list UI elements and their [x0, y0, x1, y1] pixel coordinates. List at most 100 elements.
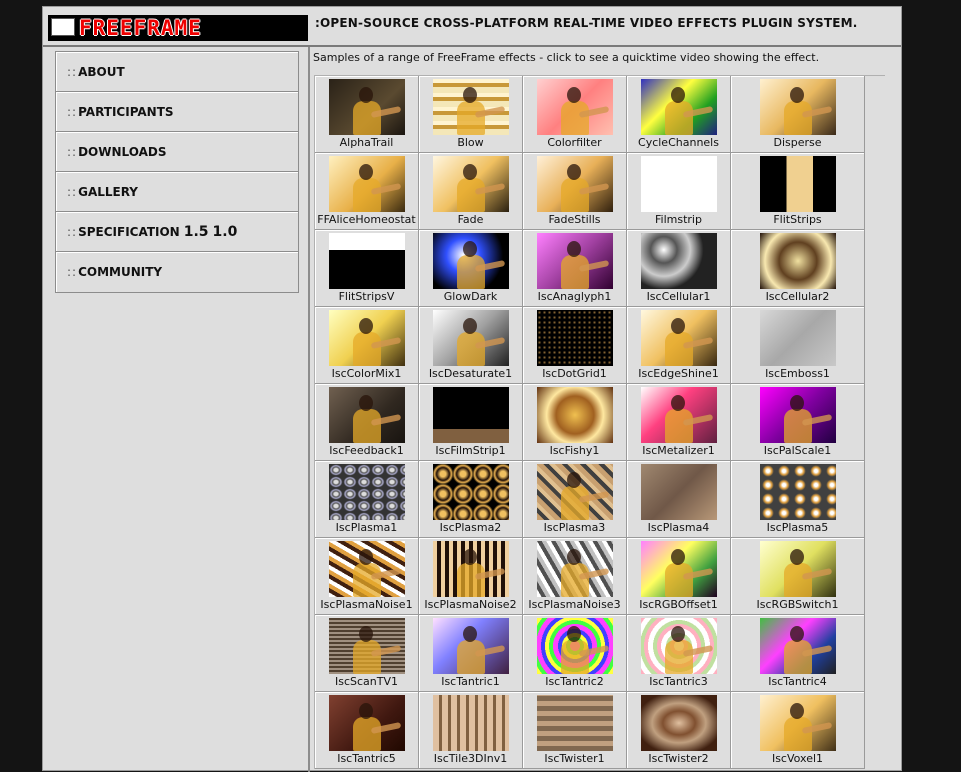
effect-name-link[interactable]: FlitStrips — [731, 213, 864, 226]
effect-name-link[interactable]: AlphaTrail — [315, 136, 418, 149]
effect-cell[interactable]: IscEdgeShine1 — [627, 307, 731, 384]
effect-cell[interactable]: Blow — [419, 76, 523, 153]
effect-cell[interactable]: IscColorMix1 — [315, 307, 419, 384]
effect-thumbnail[interactable] — [328, 79, 405, 135]
effect-thumbnail[interactable] — [536, 618, 613, 674]
effect-name-link[interactable]: IscVoxel1 — [731, 752, 864, 765]
effect-name-link[interactable]: FFAliceHomeostat — [315, 213, 418, 226]
effect-name-link[interactable]: IscPlasma1 — [315, 521, 418, 534]
effect-thumbnail[interactable] — [759, 233, 836, 289]
effect-cell[interactable]: GlowDark — [419, 230, 523, 307]
effect-cell[interactable]: IscPlasmaNoise3 — [523, 538, 627, 615]
effect-cell[interactable]: IscDotGrid1 — [523, 307, 627, 384]
effect-cell[interactable]: IscTantric5 — [315, 692, 419, 769]
sidebar-item-participants[interactable]: :: PARTICIPANTS — [55, 91, 299, 131]
effect-thumbnail[interactable] — [328, 541, 405, 597]
effect-cell[interactable]: IscVoxel1 — [731, 692, 865, 769]
effect-cell[interactable]: Fade — [419, 153, 523, 230]
effect-name-link[interactable]: IscAnaglyph1 — [523, 290, 626, 303]
effect-name-link[interactable]: IscTantric1 — [419, 675, 522, 688]
effect-name-link[interactable]: GlowDark — [419, 290, 522, 303]
effect-name-link[interactable]: IscTantric3 — [627, 675, 730, 688]
effect-cell[interactable]: AlphaTrail — [315, 76, 419, 153]
effect-cell[interactable]: FadeStills — [523, 153, 627, 230]
sidebar-item-about[interactable]: :: ABOUT — [55, 51, 299, 91]
effect-cell[interactable]: Disperse — [731, 76, 865, 153]
sidebar-item-specification[interactable]: :: SPECIFICATION 1.5 1.0 — [55, 211, 299, 251]
effect-name-link[interactable]: IscCellular1 — [627, 290, 730, 303]
effect-name-link[interactable]: IscTantric4 — [731, 675, 864, 688]
effect-cell[interactable]: Colorfilter — [523, 76, 627, 153]
effect-thumbnail[interactable] — [536, 79, 613, 135]
effect-cell[interactable]: IscTantric4 — [731, 615, 865, 692]
effect-name-link[interactable]: IscCellular2 — [731, 290, 864, 303]
effect-cell[interactable]: IscFeedback1 — [315, 384, 419, 461]
effect-thumbnail[interactable] — [328, 387, 405, 443]
effect-name-link[interactable]: Blow — [419, 136, 522, 149]
effect-thumbnail[interactable] — [759, 387, 836, 443]
effect-name-link[interactable]: IscPlasmaNoise3 — [523, 598, 626, 611]
effect-cell[interactable]: IscTantric3 — [627, 615, 731, 692]
effect-cell[interactable]: IscTantric1 — [419, 615, 523, 692]
effect-thumbnail[interactable] — [640, 310, 717, 366]
effect-cell[interactable]: FlitStripsV — [315, 230, 419, 307]
effect-cell[interactable]: IscScanTV1 — [315, 615, 419, 692]
effect-name-link[interactable]: IscRGBOffset1 — [627, 598, 730, 611]
effect-cell[interactable]: IscPlasma2 — [419, 461, 523, 538]
effect-name-link[interactable]: FadeStills — [523, 213, 626, 226]
effect-cell[interactable]: IscTwister2 — [627, 692, 731, 769]
effect-thumbnail[interactable] — [640, 79, 717, 135]
effect-cell[interactable]: IscDesaturate1 — [419, 307, 523, 384]
effect-cell[interactable]: IscPlasma1 — [315, 461, 419, 538]
effect-thumbnail[interactable] — [328, 233, 405, 289]
effect-name-link[interactable]: IscPlasma3 — [523, 521, 626, 534]
effect-cell[interactable]: FlitStrips — [731, 153, 865, 230]
effect-cell[interactable]: IscPlasmaNoise1 — [315, 538, 419, 615]
effect-name-link[interactable]: IscFeedback1 — [315, 444, 418, 457]
effect-thumbnail[interactable] — [536, 695, 613, 751]
effect-name-link[interactable]: IscColorMix1 — [315, 367, 418, 380]
effect-thumbnail[interactable] — [759, 618, 836, 674]
effect-name-link[interactable]: IscFishy1 — [523, 444, 626, 457]
effect-thumbnail[interactable] — [536, 156, 613, 212]
effect-thumbnail[interactable] — [536, 310, 613, 366]
effect-name-link[interactable]: IscTwister1 — [523, 752, 626, 765]
sidebar-item-community[interactable]: :: COMMUNITY — [55, 251, 299, 293]
effect-name-link[interactable]: IscPalScale1 — [731, 444, 864, 457]
effect-cell[interactable]: IscTantric2 — [523, 615, 627, 692]
effect-name-link[interactable]: FlitStripsV — [315, 290, 418, 303]
effect-name-link[interactable]: IscTantric5 — [315, 752, 418, 765]
effect-thumbnail[interactable] — [640, 233, 717, 289]
effect-thumbnail[interactable] — [432, 464, 509, 520]
effect-name-link[interactable]: IscPlasma4 — [627, 521, 730, 534]
effect-thumbnail[interactable] — [328, 618, 405, 674]
effect-cell[interactable]: IscTile3DInv1 — [419, 692, 523, 769]
effect-cell[interactable]: IscAnaglyph1 — [523, 230, 627, 307]
effect-thumbnail[interactable] — [328, 156, 405, 212]
effect-cell[interactable]: IscPlasma3 — [523, 461, 627, 538]
effect-thumbnail[interactable] — [432, 387, 509, 443]
effect-name-link[interactable]: IscDesaturate1 — [419, 367, 522, 380]
effect-thumbnail[interactable] — [759, 464, 836, 520]
effect-cell[interactable]: IscFilmStrip1 — [419, 384, 523, 461]
effect-name-link[interactable]: IscTwister2 — [627, 752, 730, 765]
effect-thumbnail[interactable] — [328, 695, 405, 751]
effect-cell[interactable]: IscCellular2 — [731, 230, 865, 307]
effect-cell[interactable]: IscFishy1 — [523, 384, 627, 461]
effect-thumbnail[interactable] — [759, 695, 836, 751]
effect-name-link[interactable]: IscEmboss1 — [731, 367, 864, 380]
effect-name-link[interactable]: IscPlasma5 — [731, 521, 864, 534]
effect-name-link[interactable]: IscMetalizer1 — [627, 444, 730, 457]
effect-thumbnail[interactable] — [328, 464, 405, 520]
effect-thumbnail[interactable] — [536, 233, 613, 289]
sidebar-item-downloads[interactable]: :: DOWNLOADS — [55, 131, 299, 171]
effect-thumbnail[interactable] — [640, 464, 717, 520]
effect-thumbnail[interactable] — [328, 310, 405, 366]
effect-cell[interactable]: IscTwister1 — [523, 692, 627, 769]
effect-cell[interactable]: CycleChannels — [627, 76, 731, 153]
effect-cell[interactable]: IscPlasma4 — [627, 461, 731, 538]
effect-name-link[interactable]: Fade — [419, 213, 522, 226]
effect-thumbnail[interactable] — [759, 156, 836, 212]
effect-thumbnail[interactable] — [536, 387, 613, 443]
effect-name-link[interactable]: IscRGBSwitch1 — [731, 598, 864, 611]
